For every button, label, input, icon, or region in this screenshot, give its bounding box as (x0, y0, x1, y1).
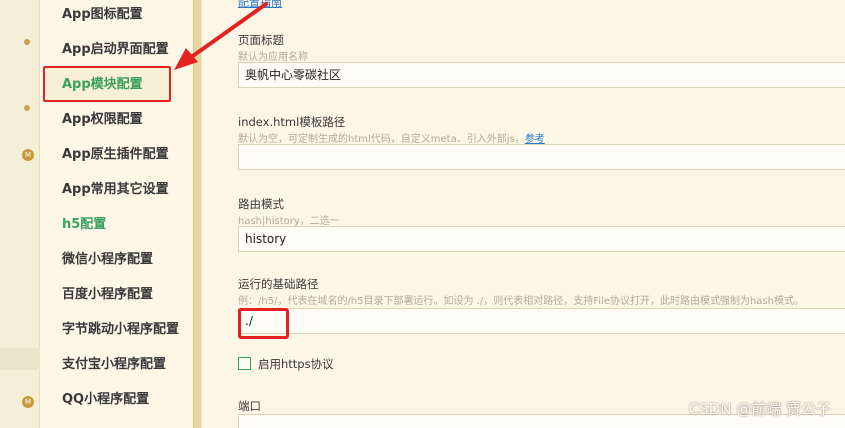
watermark: CSDN @前端 贾公子 (688, 400, 831, 418)
sidebar-item-app-modules[interactable]: App模块配置 (62, 68, 143, 102)
annotation-arrow-icon (174, 2, 268, 70)
